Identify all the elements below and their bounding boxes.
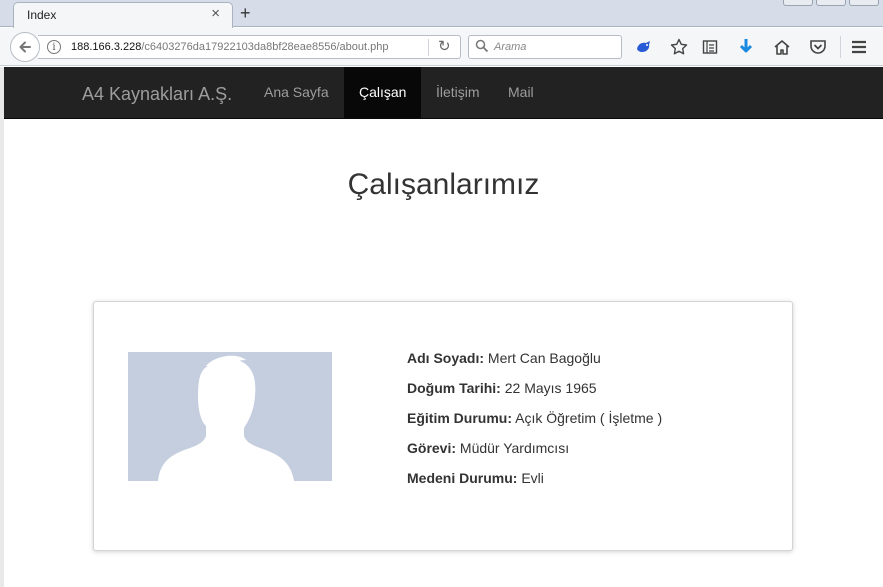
navbar-brand[interactable]: A4 Kaynakları A.Ş. [82,84,232,105]
birth-label: Doğum Tarihi: [407,380,501,396]
info-row-position: Görevi: Müdür Yardımcısı [407,438,662,468]
education-label: Eğitim Durumu: [407,410,512,426]
url-path: /c6403276da17922103da8bf28eae8556/about.… [141,41,389,53]
browser-tab[interactable]: Index × [13,2,233,28]
bird-extension-icon[interactable] [633,36,655,58]
employee-card: Adı Soyadı: Mert Can Bagoğlu Doğum Tarih… [93,301,793,551]
avatar [128,352,332,481]
download-icon[interactable] [735,36,757,58]
minimize-button[interactable] [783,0,813,6]
info-row-marital: Medeni Durumu: Evli [407,468,662,498]
page-title: Çalışanlarımız [347,168,540,201]
info-row-education: Eğitim Durumu: Açık Öğretim ( İşletme ) [407,408,662,438]
new-tab-button[interactable]: + [240,3,251,23]
position-label: Görevi: [407,440,457,456]
nav-item-calisan[interactable]: Çalışan [344,67,422,118]
position-value: Müdür Yardımcısı [459,440,570,456]
info-row-birth: Doğum Tarihi: 22 Mayıs 1965 [407,378,662,408]
close-window-button[interactable] [849,0,879,6]
toolbar-divider [840,36,841,58]
nav-item-ana-sayfa[interactable]: Ana Sayfa [249,67,344,118]
tab-close-icon[interactable]: × [211,6,220,22]
pocket-icon[interactable] [807,36,829,58]
education-value: Açık Öğretim ( İşletme ) [515,410,663,426]
marital-label: Medeni Durumu: [407,470,518,486]
window-left-edge [0,67,4,587]
name-value: Mert Can Bagoğlu [487,350,601,366]
url-divider [428,39,429,56]
arrow-left-icon [19,41,31,53]
employee-info: Adı Soyadı: Mert Can Bagoğlu Doğum Tarih… [407,348,662,498]
name-label: Adı Soyadı: [407,350,485,366]
bookmark-star-icon[interactable] [668,36,690,58]
url-text[interactable]: 188.166.3.228/c6403276da17922103da8bf28e… [71,41,389,53]
site-navbar: A4 Kaynakları A.Ş. Ana Sayfa Çalışan İle… [4,67,883,119]
person-silhouette-icon [158,355,294,481]
home-icon[interactable] [771,36,793,58]
url-bar[interactable]: i 188.166.3.228/c6403276da17922103da8bf2… [38,35,461,59]
reload-icon[interactable]: ↻ [438,37,451,55]
info-row-name: Adı Soyadı: Mert Can Bagoğlu [407,348,662,378]
search-icon [475,39,489,53]
search-placeholder: Arama [494,41,527,53]
nav-item-mail[interactable]: Mail [493,67,549,118]
browser-tab-bar: Index × + [0,0,883,28]
info-icon[interactable]: i [47,40,61,54]
hamburger-menu-icon[interactable] [848,36,870,58]
search-bar[interactable]: Arama [468,35,622,59]
birth-value: 22 Mayıs 1965 [504,380,597,396]
tab-title: Index [27,8,57,22]
nav-item-iletisim[interactable]: İletişim [421,67,495,118]
browser-toolbar: i 188.166.3.228/c6403276da17922103da8bf2… [0,28,883,66]
marital-value: Evli [521,470,544,486]
back-button[interactable] [10,32,40,62]
url-host: 188.166.3.228 [71,41,142,53]
reading-list-icon[interactable] [699,36,721,58]
maximize-button[interactable] [816,0,846,6]
